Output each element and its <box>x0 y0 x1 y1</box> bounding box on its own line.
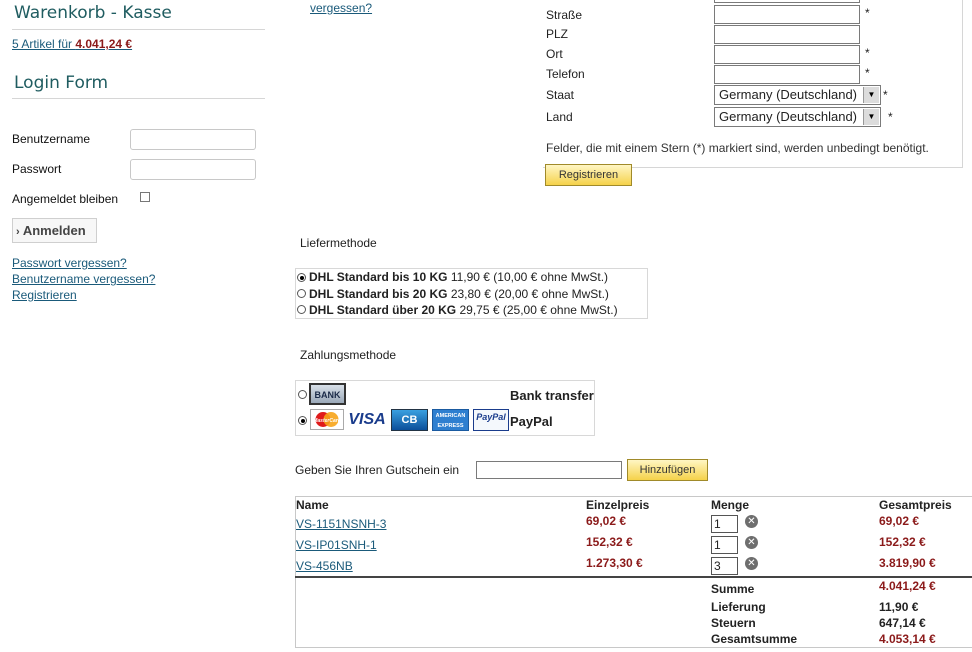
cb-icon: CB <box>391 409 428 431</box>
remember-checkbox[interactable] <box>140 192 150 202</box>
chevron-down-icon[interactable]: ▼ <box>863 87 879 103</box>
divider <box>12 29 265 30</box>
add-coupon-button[interactable]: Hinzufügen <box>627 459 708 481</box>
cart-summary-text[interactable]: 5 Artikel für 4.041,24 € <box>12 37 132 51</box>
sidebar-links: Passwort vergessen? Benutzername vergess… <box>12 255 155 303</box>
forgot-password-link[interactable]: Passwort vergessen? <box>12 255 155 271</box>
state-select[interactable]: Germany (Deutschland) ▼ <box>714 85 881 105</box>
zip-label: PLZ <box>546 27 569 41</box>
required-mark: * <box>865 6 870 20</box>
divider <box>12 98 265 99</box>
remember-label: Angemeldet bleiben <box>12 192 119 206</box>
delivery-radio-0[interactable] <box>297 273 306 282</box>
street-input[interactable] <box>714 5 860 24</box>
product-link[interactable]: VS-IP01SNH-1 <box>296 538 377 552</box>
remove-icon[interactable]: ✕ <box>745 536 758 549</box>
summary-delivery-value: 11,90 € <box>879 600 919 614</box>
product-link[interactable]: VS-1151NSNH-3 <box>296 517 386 531</box>
register-button[interactable]: Registrieren <box>545 164 632 186</box>
table-bottom-border <box>295 647 972 648</box>
product-link[interactable]: VS-456NB <box>296 559 353 573</box>
remove-icon[interactable]: ✕ <box>745 515 758 528</box>
payment-heading: Zahlungsmethode <box>300 348 397 362</box>
amex-icon: AMERICAN EXPRESS <box>432 409 469 431</box>
required-mark: * <box>888 110 893 124</box>
header-name: Name <box>296 498 329 512</box>
quantity-input[interactable]: 1 <box>711 515 738 533</box>
payment-radio-bank[interactable] <box>298 390 307 399</box>
chevron-down-icon[interactable]: ▼ <box>863 109 879 125</box>
payment-radio-paypal[interactable] <box>298 416 307 425</box>
delivery-heading: Liefermethode <box>300 236 377 250</box>
header-unit-price: Einzelpreis <box>586 498 650 512</box>
zip-input[interactable] <box>714 25 860 44</box>
quantity-input[interactable]: 1 <box>711 536 738 554</box>
required-note: Felder, die mit einem Stern (*) markiert… <box>546 141 929 155</box>
input-partial[interactable] <box>714 0 860 3</box>
chevron-right-icon: › <box>16 226 20 238</box>
country-select[interactable]: Germany (Deutschland) ▼ <box>714 107 881 127</box>
unit-price: 152,32 € <box>586 535 633 549</box>
phone-label: Telefon <box>546 67 585 81</box>
remove-icon[interactable]: ✕ <box>745 557 758 570</box>
header-quantity: Menge <box>711 498 750 512</box>
summary-tax-label: Steuern <box>711 616 756 630</box>
password-input[interactable] <box>130 159 256 180</box>
cart-summary-total: 4.041,24 € <box>75 37 133 51</box>
quantity-input[interactable]: 3 <box>711 557 738 575</box>
row-total: 3.819,90 € <box>879 556 936 570</box>
delivery-option-1[interactable]: DHL Standard bis 20 KG 23,80 € (20,00 € … <box>309 287 609 301</box>
state-label: Staat <box>546 88 575 102</box>
summary-grand-total-value: 4.053,14 € <box>879 632 936 646</box>
mastercard-icon: MasterCard <box>310 409 344 430</box>
paypal-label: PayPal <box>510 414 553 429</box>
city-label: Ort <box>546 47 563 61</box>
coupon-input[interactable] <box>476 461 622 479</box>
password-label: Passwort <box>12 162 62 176</box>
coupon-label: Geben Sie Ihren Gutschein ein <box>295 463 460 477</box>
username-input[interactable] <box>130 129 256 150</box>
login-button[interactable]: › Anmelden <box>12 218 97 243</box>
delivery-option-2[interactable]: DHL Standard über 20 KG 29,75 € (25,00 €… <box>309 303 618 317</box>
summary-grand-total-label: Gesamtsumme <box>711 632 798 646</box>
login-heading: Login Form <box>14 73 109 93</box>
summary-divider <box>295 576 972 578</box>
summary-subtotal-label: Summe <box>711 582 755 596</box>
svg-text:MasterCard: MasterCard <box>313 418 341 424</box>
row-total: 69,02 € <box>879 514 920 528</box>
delivery-option-0[interactable]: DHL Standard bis 10 KG 11,90 € (10,00 € … <box>309 270 608 284</box>
summary-tax-value: 647,14 € <box>879 616 926 630</box>
city-input[interactable] <box>714 45 860 64</box>
required-mark: * <box>865 66 870 80</box>
unit-price: 1.273,30 € <box>586 556 643 570</box>
visa-icon: VISA <box>348 410 386 430</box>
cart-heading: Warenkorb - Kasse <box>14 3 172 23</box>
username-label: Benutzername <box>12 132 91 146</box>
forgot-username-link[interactable]: Benutzername vergessen? <box>12 271 155 287</box>
paypal-icon: PayPal <box>473 409 509 431</box>
street-label: Straße <box>546 8 583 22</box>
forgot-link[interactable]: vergessen? <box>310 1 372 15</box>
bank-logo: BANK <box>309 383 346 405</box>
delivery-radio-1[interactable] <box>297 289 306 298</box>
summary-subtotal-value: 4.041,24 € <box>879 579 936 593</box>
required-mark: * <box>865 46 870 60</box>
delivery-radio-2[interactable] <box>297 305 306 314</box>
summary-delivery-label: Lieferung <box>711 600 766 614</box>
register-link[interactable]: Registrieren <box>12 287 155 303</box>
bank-transfer-label: Bank transfer <box>510 388 594 403</box>
phone-input[interactable] <box>714 65 860 84</box>
table-top-border <box>295 496 972 497</box>
unit-price: 69,02 € <box>586 514 627 528</box>
row-total: 152,32 € <box>879 535 926 549</box>
cart-summary-link[interactable]: 5 Artikel für 4.041,24 € <box>12 37 132 51</box>
required-mark: * <box>883 88 888 102</box>
country-label: Land <box>546 110 573 124</box>
header-total: Gesamtpreis <box>879 498 952 512</box>
